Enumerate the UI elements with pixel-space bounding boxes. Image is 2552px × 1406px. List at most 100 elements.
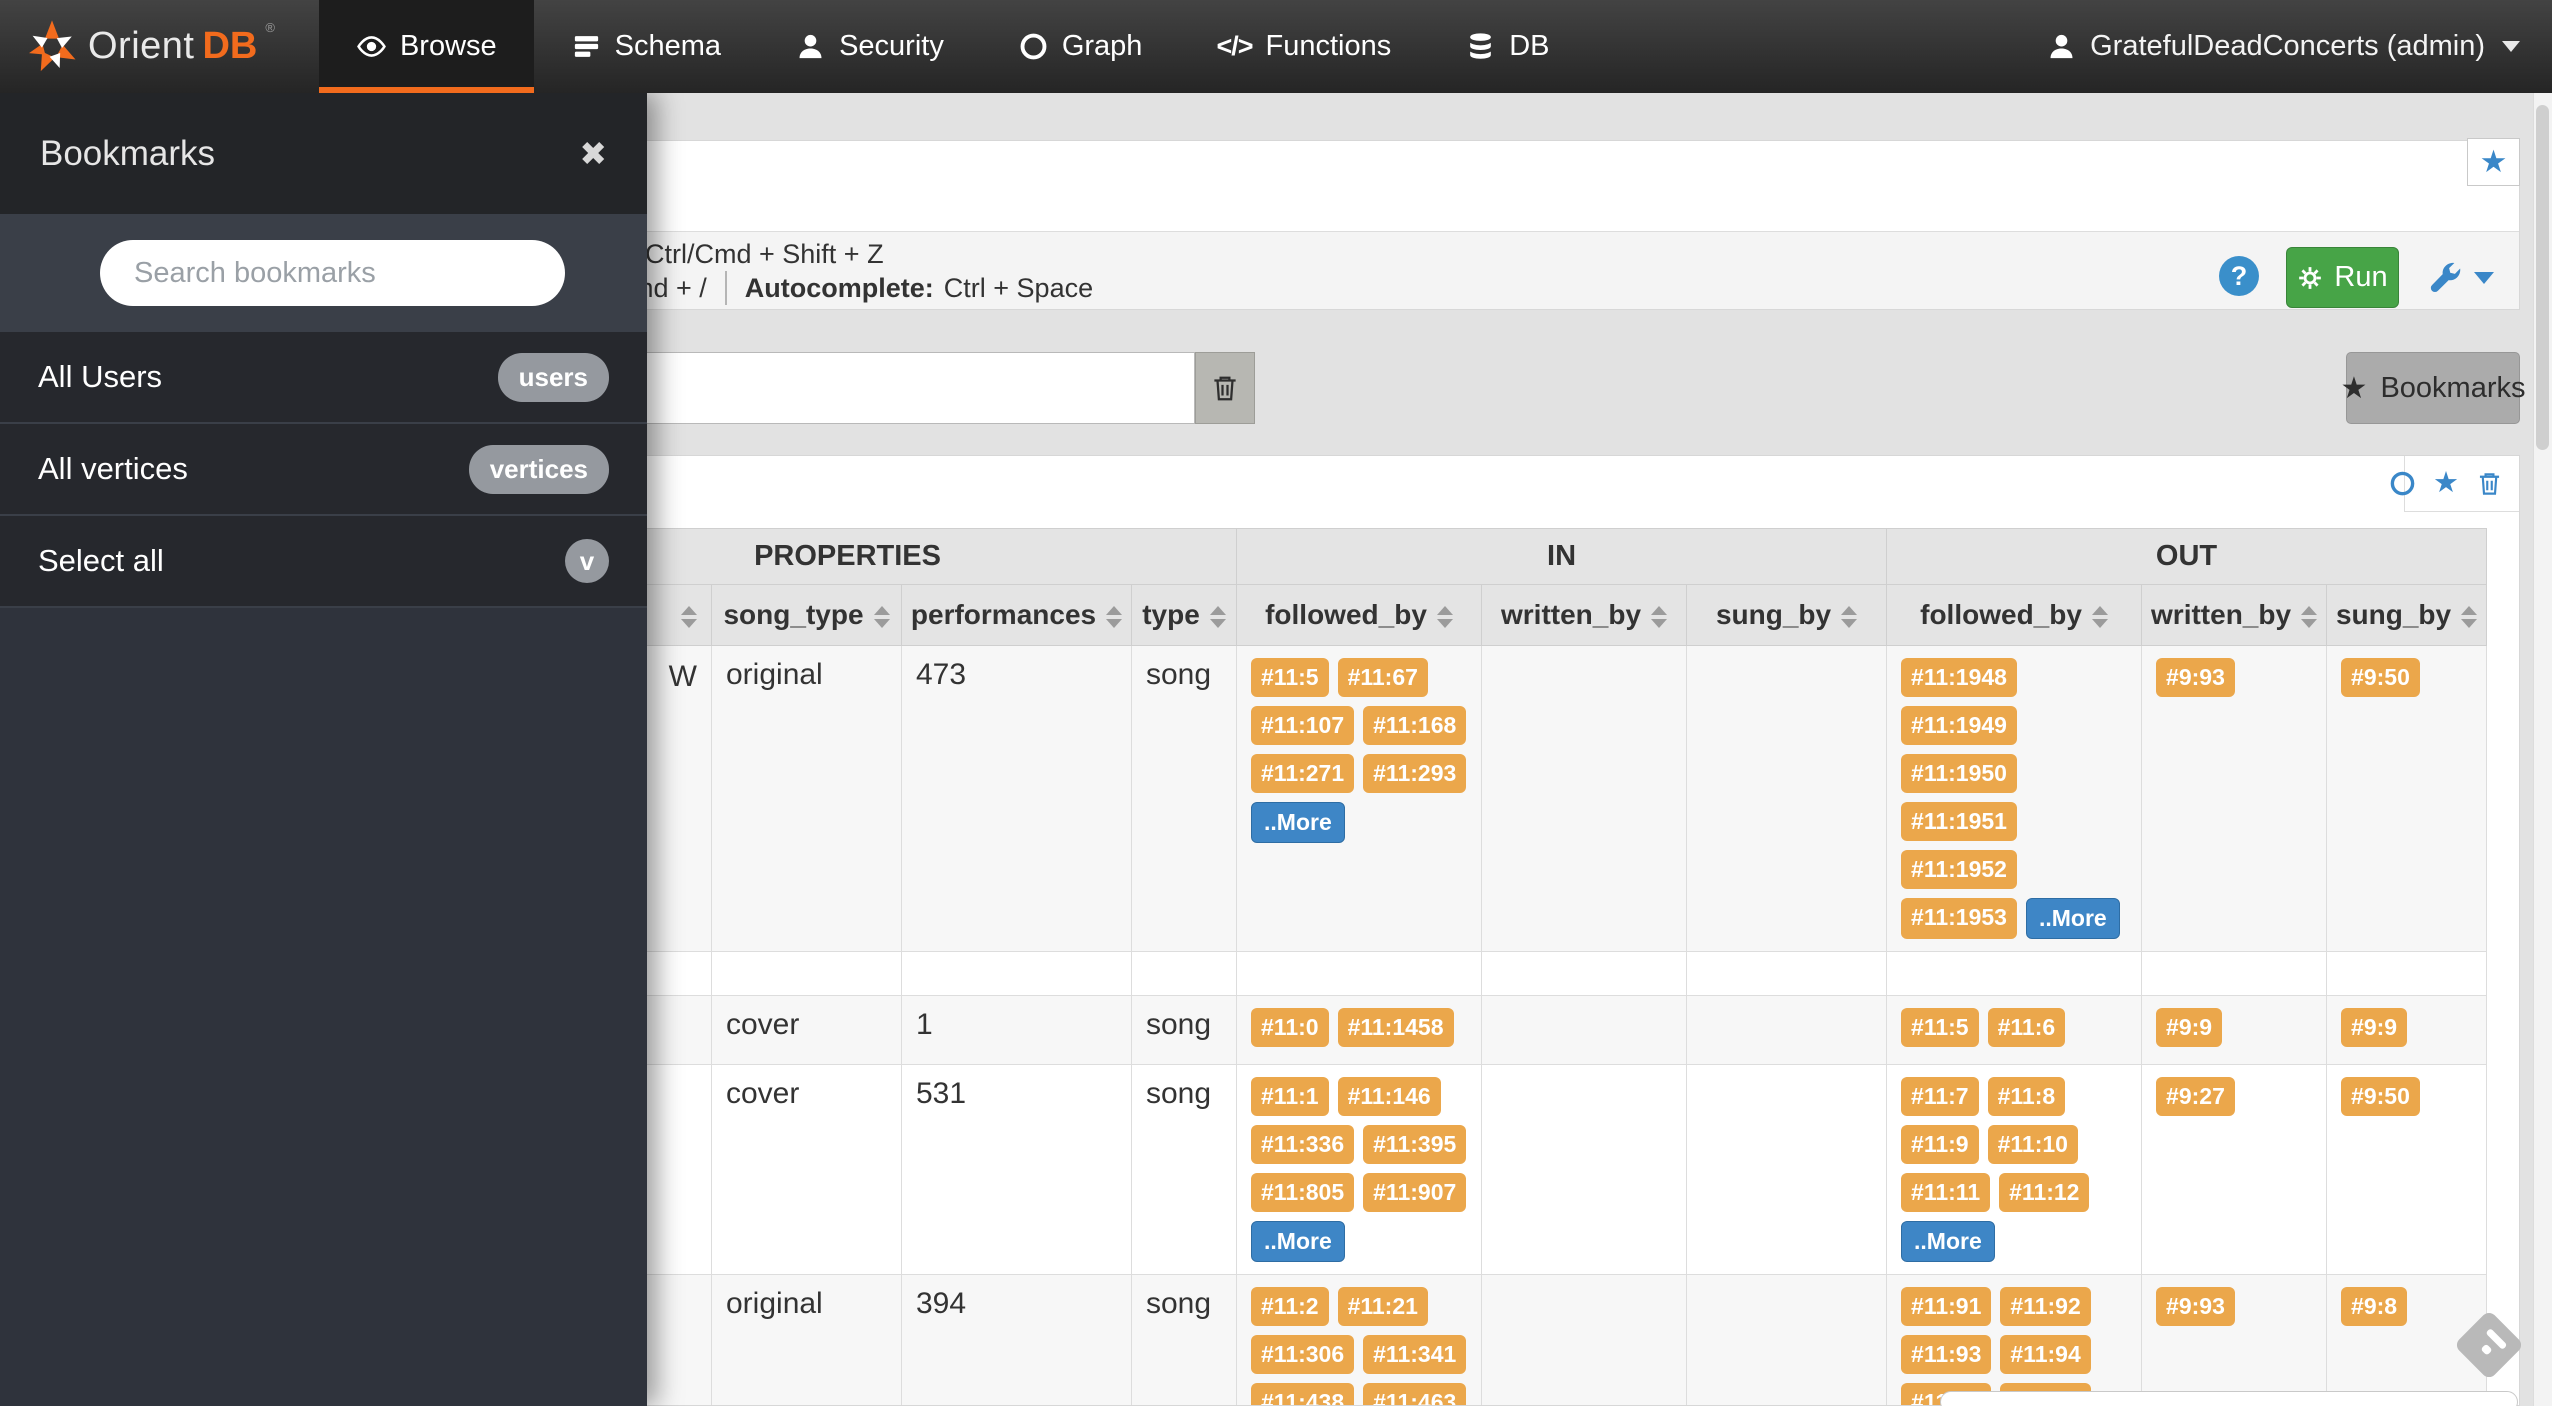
record-id-badge[interactable]: #11:67 [1338,658,1428,697]
record-id-badge[interactable]: #11:1948 [1901,658,2017,697]
record-id-badge[interactable]: #11:5 [1251,658,1329,697]
record-id-badge[interactable]: #11:10 [1988,1125,2078,1164]
more-button[interactable]: ..More [2026,898,2120,939]
close-icon[interactable]: ✖ [579,137,607,170]
record-id-badge[interactable]: #9:27 [2156,1077,2235,1116]
record-id-badge[interactable]: #9:9 [2156,1008,2222,1047]
column-header-out-written-by[interactable]: written_by [2142,585,2327,646]
nav-tab-browse[interactable]: Browse [319,0,534,93]
record-id-badge[interactable]: #11:146 [1338,1077,1441,1116]
record-id-badge[interactable]: #11:1951 [1901,802,2017,841]
record-id-badge[interactable]: #9:93 [2156,1287,2235,1326]
record-id-badge[interactable]: #11:93 [1901,1335,1991,1374]
run-button[interactable]: Run [2286,247,2399,308]
orientdb-logo[interactable]: OrientDB ® [0,0,319,93]
record-id-badge[interactable]: #11:1953 [1901,898,2017,939]
record-id-badge[interactable]: #11:1950 [1901,754,2017,793]
more-button[interactable]: ..More [1251,802,1345,843]
cell-in-sung-by [1687,646,1887,952]
record-id-badge[interactable]: #11:6 [1988,1008,2066,1047]
record-id-badge[interactable]: #11:805 [1251,1173,1354,1212]
search-bookmarks-input[interactable] [100,240,565,306]
record-id-badge[interactable]: #11:7 [1901,1077,1979,1116]
bookmark-item-all-users[interactable]: All Users users [0,332,647,424]
record-id-badge[interactable]: #9:50 [2341,1077,2420,1116]
bookmark-item-select-all[interactable]: Select all v [0,516,647,608]
cell-out-sung-by: #9:50 [2327,646,2487,952]
record-id-badge[interactable]: #11:0 [1251,1008,1329,1047]
record-links: #11:5#11:6 [1901,1008,2127,1047]
graph-view-icon[interactable] [2389,470,2416,497]
more-button[interactable]: ..More [1901,1221,1995,1262]
record-id-badge[interactable]: #9:9 [2341,1008,2407,1047]
sort-icon [2301,606,2317,628]
bookmark-item-all-vertices[interactable]: All vertices vertices [0,424,647,516]
record-id-badge[interactable]: #11:1952 [1901,850,2017,889]
chevron-down-icon [2502,41,2520,52]
record-id-badge[interactable]: #11:438 [1251,1383,1354,1406]
cell-out-sung-by [2327,952,2487,996]
record-id-badge[interactable]: #11:463 [1363,1383,1466,1406]
sort-icon [2461,606,2477,628]
record-id-badge[interactable]: #11:8 [1988,1077,2066,1116]
top-navbar: OrientDB ® Browse Schema Security [0,0,2552,93]
bookmarks-button[interactable]: ★ Bookmarks [2346,352,2520,424]
record-id-badge[interactable]: #11:341 [1363,1335,1466,1374]
vertical-scrollbar[interactable] [2533,93,2552,1406]
user-menu[interactable]: GratefulDeadConcerts (admin) [2014,0,2552,93]
record-id-badge[interactable]: #11:907 [1363,1173,1466,1212]
column-header-performances[interactable]: performances [902,585,1132,646]
record-id-badge[interactable]: #11:336 [1251,1125,1354,1164]
record-id-badge[interactable]: #11:5 [1901,1008,1979,1047]
sort-icon [1841,606,1857,628]
record-id-badge[interactable]: #11:9 [1901,1125,1979,1164]
cell-out-written-by: #9:27 [2142,1065,2327,1275]
bookmark-star-icon[interactable]: ★ [2433,469,2459,498]
bookmark-toggle-button[interactable]: ★ [2467,138,2520,186]
record-id-badge[interactable]: #11:21 [1338,1287,1428,1326]
column-header-type[interactable]: type [1132,585,1237,646]
record-id-badge[interactable]: #11:306 [1251,1335,1354,1374]
record-id-badge[interactable]: #11:94 [2000,1335,2090,1374]
results-toolbar: ★ [2404,456,2519,512]
record-id-badge[interactable]: #9:50 [2341,658,2420,697]
clear-query-button[interactable] [1195,352,1255,424]
record-id-badge[interactable]: #11:1 [1251,1077,1329,1116]
column-header-in-written-by[interactable]: written_by [1482,585,1687,646]
cell-in-sung-by [1687,952,1887,996]
record-id-badge[interactable]: #11:1949 [1901,706,2017,745]
record-id-badge[interactable]: #11:2 [1251,1287,1329,1326]
record-id-badge[interactable]: #11:11 [1901,1173,1990,1212]
column-header-in-followed-by[interactable]: followed_by [1237,585,1482,646]
record-id-badge[interactable]: #11:12 [1999,1173,2089,1212]
record-links: #9:93 [2156,658,2312,697]
record-id-badge[interactable]: #11:1458 [1338,1008,1454,1047]
help-button[interactable]: ? [2219,256,2259,296]
horizontal-scrollbar[interactable] [1940,1391,2518,1406]
record-id-badge[interactable]: #11:91 [1901,1287,1991,1326]
vertical-scrollbar-thumb[interactable] [2536,105,2549,450]
record-id-badge[interactable]: #11:92 [2000,1287,2090,1326]
column-header-out-followed-by[interactable]: followed_by [1887,585,2142,646]
record-id-badge[interactable]: #11:271 [1251,754,1354,793]
column-header-out-sung-by[interactable]: sung_by [2327,585,2487,646]
delete-results-icon[interactable] [2476,470,2503,497]
nav-tab-schema[interactable]: Schema [534,0,758,93]
record-id-badge[interactable]: #11:168 [1363,706,1466,745]
nav-tab-security[interactable]: Security [758,0,981,93]
record-id-badge[interactable]: #9:8 [2341,1287,2407,1326]
query-options-dropdown[interactable] [2428,261,2494,295]
cell-performances: 394 [902,1275,1132,1406]
column-header-song-type[interactable]: song_type [712,585,902,646]
nav-tab-db[interactable]: DB [1428,0,1586,93]
column-header-in-sung-by[interactable]: sung_by [1687,585,1887,646]
trash-icon [1210,373,1240,403]
more-button[interactable]: ..More [1251,1221,1345,1262]
nav-tab-functions[interactable]: </> Functions [1179,0,1428,93]
nav-tab-graph[interactable]: Graph [981,0,1180,93]
record-id-badge[interactable]: #9:93 [2156,658,2235,697]
record-id-badge[interactable]: #11:107 [1251,706,1354,745]
record-id-badge[interactable]: #11:293 [1363,754,1466,793]
record-id-badge[interactable]: #11:395 [1363,1125,1466,1164]
cell-in-written-by [1482,646,1687,952]
